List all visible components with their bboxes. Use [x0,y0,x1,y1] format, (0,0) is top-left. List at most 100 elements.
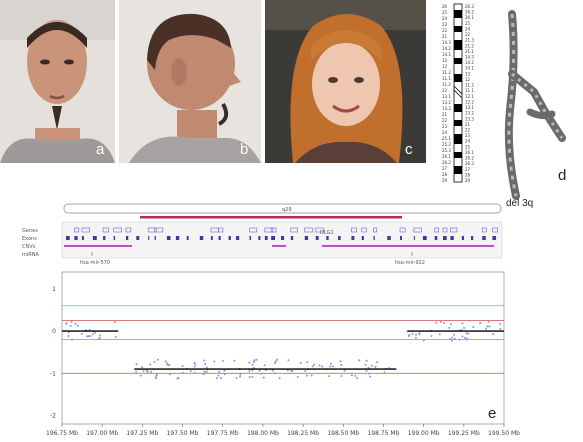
exon-glyph [351,236,355,240]
probe-point [205,370,208,373]
probe-point [365,359,368,362]
x-tick-label: 199.50 Mb [488,430,520,437]
probe-point [218,370,221,373]
probe-point [193,361,196,364]
ideogram-right-label: 28 [465,172,471,177]
probe-point [339,360,342,363]
frontal-face-photo [0,0,115,163]
ideogram-right-label: 26.1 [465,150,474,155]
probe-point [69,324,72,327]
exon-glyph [210,236,213,240]
ideogram-right-label: 14.2 [465,60,474,65]
x-tick-label: 198.25 Mb [287,430,319,437]
ideogram-left-label: 23 [442,22,448,27]
probe-point [451,336,454,339]
probe-point [155,373,158,376]
ideogram-left-label: 13.3 [442,106,451,111]
exon-glyph [148,236,150,240]
probe-point [167,364,170,367]
ideogram-right-label: 21.1 [465,49,474,54]
ideogram-right-label: 13.3 [465,116,474,121]
probe-point [239,375,242,378]
ideogram-right-label: 24 [465,26,471,31]
probe-point [472,326,475,329]
cnvs-track [64,245,494,247]
ideogram-left-label: 11.2 [442,70,451,75]
exon-glyph [113,236,116,240]
ideogram-left-label: 21 [442,112,448,117]
probe-point [485,327,488,330]
probe-point [368,372,371,375]
exon-glyph [103,236,106,240]
probe-point [142,370,145,373]
probe-point [458,338,461,341]
probe-point [442,322,445,325]
exon-glyph [166,236,171,240]
track-label-cnvs: CNVs [22,244,36,250]
probe-point [77,324,80,327]
probe-point [310,374,313,377]
x-tick-label: 198.00 Mb [247,430,279,437]
probe-point [248,361,251,364]
ideogram-right-label: 14.3 [465,55,474,60]
ideogram-right-label: 23 [465,133,471,138]
track-label-exons: Exons [22,236,37,242]
ideogram-right-label: 13.1 [465,105,474,110]
probe-point [271,369,274,372]
photo-panel-b: b [119,0,261,163]
ideogram-right-label: 22 [465,127,471,132]
exon-glyph [186,236,189,240]
probe-point [370,364,373,367]
exon-glyph [315,236,319,240]
exon-glyph [434,236,438,240]
ideogram-left-label: 21 [442,34,448,39]
ideogram-left-label: 27 [442,166,448,171]
probe-point [273,372,276,375]
probe-point [488,325,491,328]
probe-point [343,369,346,372]
probe-point [414,336,417,339]
probe-point [464,336,467,339]
y-tick-label: -1 [50,370,56,377]
x-tick-label: 196.75 Mb [46,430,78,437]
probe-point [155,376,158,379]
ideogram-left-label: 22 [442,28,448,33]
probe-point [415,333,418,336]
probe-point [327,375,330,378]
panel-label-a: a [96,141,105,158]
exon-glyph [304,236,309,240]
probe-point [164,360,167,363]
x-tick-label: 199.00 Mb [408,430,440,437]
exon-glyph [81,236,84,240]
probe-point [205,366,208,369]
ideogram-left-label: 13.1 [442,94,451,99]
ideogram-left-band-labels: 26252423222114.314.214.1131211.211.111.2… [442,4,451,183]
ideogram-left-label: 14.1 [442,52,451,57]
probe-point [356,377,359,380]
y-tick-label: -2 [50,413,56,420]
probe-point [448,326,451,329]
ideogram-right-label: 26.3 [465,161,474,166]
exon-glyph [66,236,70,240]
ideogram-right-label: 24 [465,139,471,144]
probe-point [239,373,242,376]
x-tick-label: 199.25 Mb [448,430,480,437]
ideogram-right-label: 13 [465,71,471,76]
child-face-photo [265,0,426,163]
ideogram-left-label: 22 [442,118,448,123]
exon-glyph [373,236,375,240]
probe-point [135,363,138,366]
exon-glyph [175,236,180,240]
ideogram-left-label: 25.1 [442,136,451,141]
ideogram-left-label: 24 [442,130,448,135]
probe-point [70,320,73,323]
probe-point [202,373,205,376]
probe-point [193,365,196,368]
ideogram-left-label: 29 [442,178,448,183]
exon-glyph [271,236,276,240]
probe-point [376,361,379,364]
x-tick-label: 197.25 Mb [126,430,158,437]
ideogram-right-label: 12.2 [465,99,474,104]
exon-glyph [482,236,486,240]
cnv-plot-frame [61,271,505,425]
